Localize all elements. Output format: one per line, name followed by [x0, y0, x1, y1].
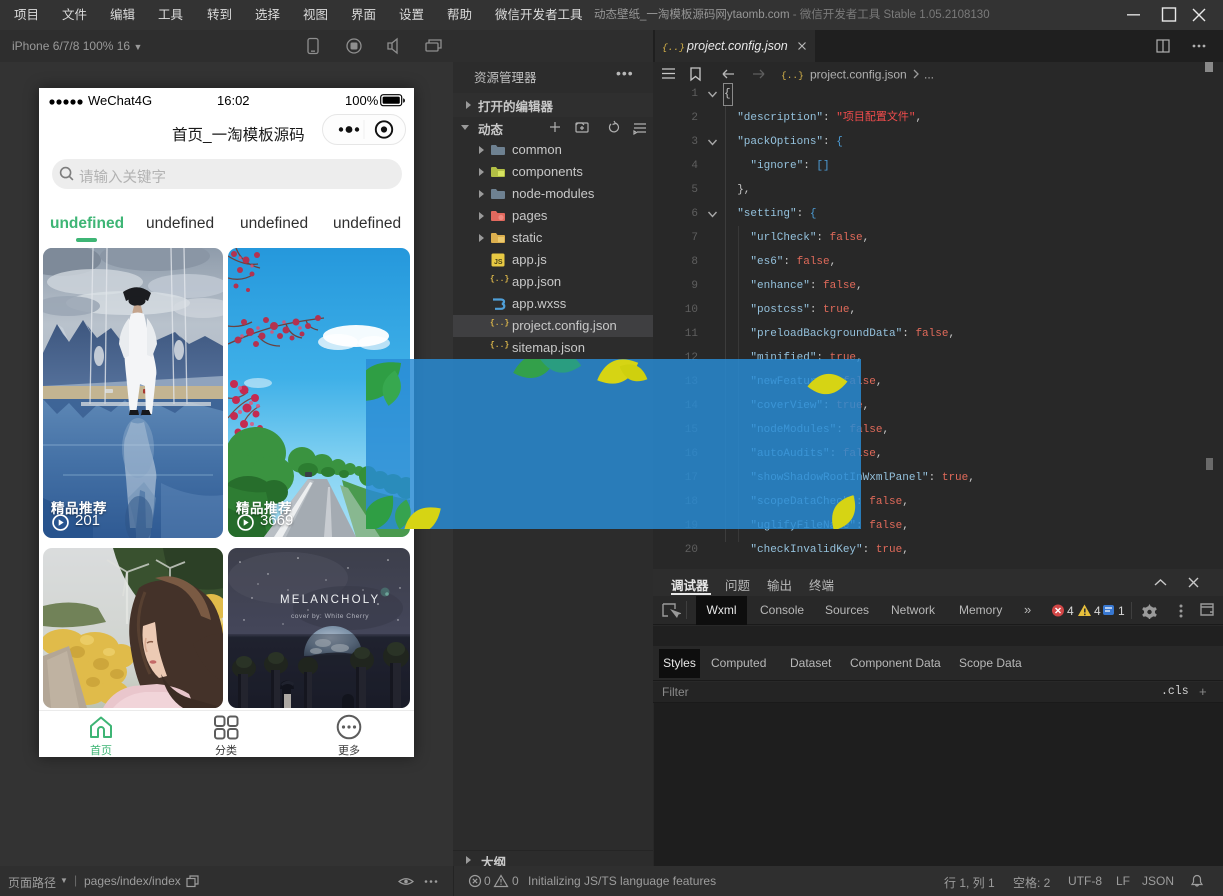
svg-text:project.config.json: project.config.json: [810, 68, 907, 82]
svg-text:1: 1: [1118, 604, 1125, 618]
svg-text:JS: JS: [494, 259, 503, 266]
svg-text:0: 0: [484, 874, 491, 888]
svg-text:0: 0: [512, 874, 519, 888]
svg-text:cover by: White Cherry: cover by: White Cherry: [291, 613, 369, 620]
svg-text:MELANCHOLY: MELANCHOLY: [280, 594, 380, 606]
svg-text:4: 4: [1094, 604, 1101, 618]
svg-text:4: 4: [1067, 604, 1074, 618]
svg-text:{..}: {..}: [781, 70, 804, 81]
svg-text:{..}: {..}: [662, 42, 684, 53]
svg-text:...: ...: [924, 68, 934, 82]
